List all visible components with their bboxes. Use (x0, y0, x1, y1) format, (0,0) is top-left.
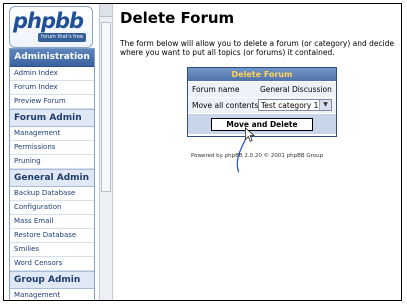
left-frame-scrollbar[interactable] (100, 4, 113, 300)
panel-header: Delete Forum (188, 68, 336, 81)
logo-wordmark: phpbb (13, 9, 84, 33)
nav-item-group-management[interactable]: Management (10, 289, 94, 300)
nav-item-restore-database[interactable]: Restore Database (10, 229, 94, 243)
move-contents-row: Move all contents Test category 1 ▼ (188, 97, 336, 113)
forum-name-label: Forum name (192, 85, 240, 94)
powered-by-footer: Powered by phpBB 2.0.20 © 2001 phpBB Gro… (191, 153, 324, 159)
page-title: Delete Forum (120, 9, 235, 27)
nav-item-backup-database[interactable]: Backup Database (10, 187, 94, 201)
left-frame: phpbb forum that's free Administration A… (4, 4, 100, 300)
nav-item-configuration[interactable]: Configuration (10, 201, 94, 215)
nav-item-smilies[interactable]: Smilies (10, 243, 94, 257)
nav-section-general-admin: General Admin (10, 169, 94, 187)
forum-name-value: General Discussion (260, 85, 332, 94)
scroll-up-button[interactable] (100, 4, 112, 17)
browser-frame: phpbb forum that's free Administration A… (3, 3, 402, 301)
page-description: The form below will allow you to delete … (120, 39, 395, 57)
nav-item-pruning[interactable]: Pruning (10, 155, 94, 169)
nav-item-preview-forum[interactable]: Preview Forum (10, 95, 94, 109)
scroll-thumb[interactable] (101, 22, 111, 192)
forum-name-row: Forum name General Discussion (188, 81, 336, 97)
nav-header: Administration (10, 49, 94, 67)
button-row: Move and Delete (188, 113, 336, 134)
phpbb-logo[interactable]: phpbb forum that's free (9, 6, 93, 48)
move-contents-select[interactable]: Test category 1 ▼ (258, 99, 332, 111)
main-frame: Delete Forum The form below will allow y… (113, 4, 401, 300)
nav-item-forum-index[interactable]: Forum Index (10, 81, 94, 95)
chevron-down-icon[interactable]: ▼ (319, 100, 331, 110)
move-contents-label: Move all contents (192, 101, 259, 110)
move-and-delete-button[interactable]: Move and Delete (211, 118, 313, 131)
nav-item-permissions[interactable]: Permissions (10, 141, 94, 155)
nav-section-group-admin: Group Admin (10, 271, 94, 289)
nav-item-word-censors[interactable]: Word Censors (10, 257, 94, 271)
nav-item-admin-index[interactable]: Admin Index (10, 67, 94, 81)
admin-nav: Administration Admin Index Forum Index P… (9, 48, 95, 300)
delete-forum-panel: Delete Forum Forum name General Discussi… (187, 67, 337, 137)
logo-tagline: forum that's free (38, 33, 86, 42)
nav-section-forum-admin: Forum Admin (10, 109, 94, 127)
nav-item-management[interactable]: Management (10, 127, 94, 141)
nav-item-mass-email[interactable]: Mass Email (10, 215, 94, 229)
move-contents-selected: Test category 1 (261, 101, 319, 110)
